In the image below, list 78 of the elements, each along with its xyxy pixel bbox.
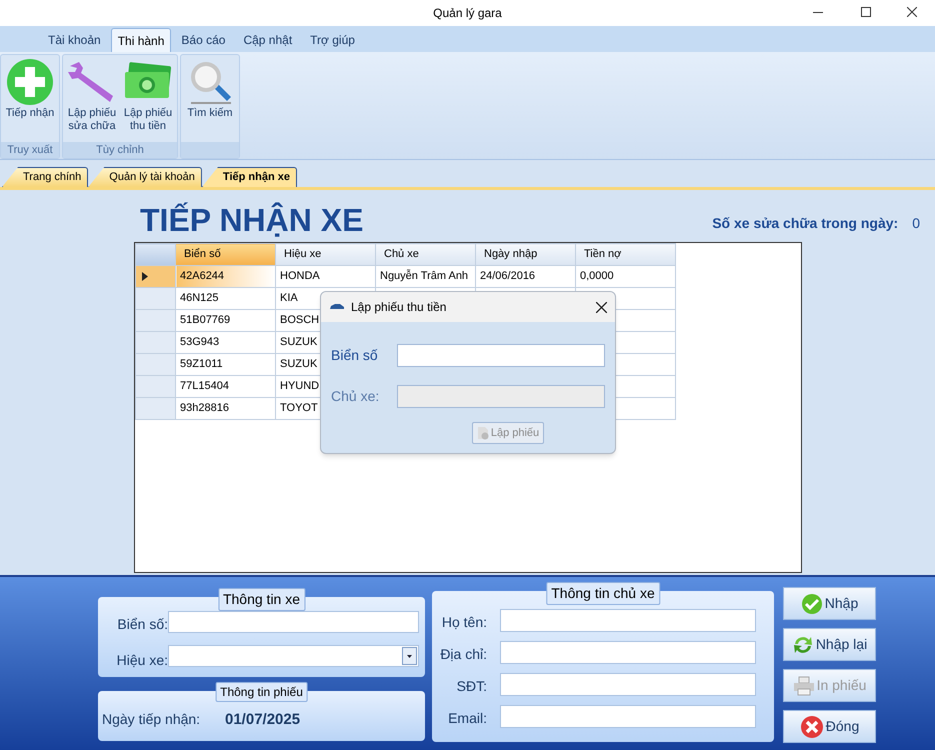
checkmark-icon [800,592,823,614]
table-cell: HYUND [280,380,320,392]
car-icon [329,303,345,311]
ribbon-tab[interactable]: Cập nhật [235,28,300,52]
table-cell: 77L15404 [180,380,229,392]
input-field[interactable] [500,673,756,696]
date-value: 01/07/2025 [225,710,300,730]
input-field[interactable] [168,611,419,633]
column-header[interactable]: Biển số [176,244,276,266]
dropdown-arrow-icon [407,654,412,658]
table-cell: HONDA [280,270,320,282]
page-heading: TIẾP NHẬN XE [140,204,364,236]
document-tab[interactable]: Tiếp nhận xe [202,167,297,187]
field-label: Biển số: [117,615,168,634]
window-title: Quản lý gara [433,5,502,22]
field-label: Địa chỉ: [440,645,487,664]
printer-icon [792,676,815,696]
field-label: Họ tên: [442,613,487,632]
table-cell: TOYOT [280,402,318,414]
table-cell: 0,0000 [580,270,614,282]
ribbon-tab[interactable]: Thi hành [110,28,172,52]
plus-icon [6,58,54,106]
input-field[interactable] [396,344,605,367]
column-header[interactable]: Hiệu xe [276,244,376,266]
table-cell: 51B07769 [180,314,230,326]
close-icon[interactable] [907,7,917,17]
field-label: Ngày tiếp nhận: [102,710,200,729]
group-title: Thông tin xe [218,588,306,611]
ribbon-button[interactable]: Lập phiếu thu tiền [121,55,175,133]
table-cell: 53G943 [180,336,220,348]
document-icon [476,426,489,440]
header-corner [136,244,176,266]
count-label: Số xe sửa chữa trong ngày: [712,214,898,233]
field-label: Biển số [331,346,379,365]
document-tab[interactable]: Quản lý tài khoản [88,167,202,187]
table-cell: KIA [280,292,298,304]
group-title: Thông tin chủ xe [546,582,660,605]
action-button[interactable]: Đóng [783,710,876,743]
count-value: 0 [912,214,920,233]
dropdown-field[interactable] [168,645,419,667]
column-header[interactable]: Ngày nhập [476,244,576,266]
minimize-icon[interactable] [813,12,823,13]
table-cell: Nguyễn Trâm Anh [380,270,468,282]
field-label: SĐT: [456,677,487,696]
input-field[interactable] [500,705,756,728]
ribbon-button[interactable]: Lập phiếu sửa chữa [65,55,119,133]
action-button[interactable]: Nhập [783,587,876,620]
group-label: Tùy chỉnh [96,144,144,156]
table-cell: SUZUK [280,336,318,348]
table-cell: 93h28816 [180,402,229,414]
table-cell: 59Z1011 [180,358,223,370]
field-label: Email: [448,709,487,728]
ribbon-tab[interactable]: Trợ giúp [302,28,363,52]
ribbon-button[interactable]: Tìm kiếm [183,55,237,120]
maximize-icon[interactable] [861,7,871,17]
table-cell: BOSCH [280,314,320,326]
row-pointer-icon [142,272,148,281]
field-label: Hiệu xe: [116,651,168,670]
row-header[interactable] [136,266,176,288]
column-header[interactable]: Tiền nợ [576,244,676,266]
group-label: Truy xuất [7,144,53,156]
table-cell: SUZUK [280,358,318,370]
ribbon-button[interactable]: Tiếp nhận [3,55,57,120]
ribbon-tab[interactable]: Báo cáo [173,28,234,52]
group-title: Thông tin phiếu [215,682,308,702]
table-cell: 42A6244 [180,270,224,282]
dialog-title: Lập phiếu thu tiền [351,299,446,316]
action-button[interactable]: Nhập lại [783,628,876,661]
close-icon [800,714,824,738]
input-field[interactable] [500,641,756,664]
close-icon[interactable] [596,302,607,312]
ribbon-tab[interactable]: Tài khoản [40,28,109,52]
document-tab[interactable]: Trang chính [2,167,88,187]
table-cell: 24/06/2016 [480,270,536,282]
field-label: Chủ xe: [331,387,380,406]
column-header[interactable]: Chủ xe [376,244,476,266]
input-field[interactable] [500,609,756,632]
table-cell: 46N125 [180,292,219,304]
